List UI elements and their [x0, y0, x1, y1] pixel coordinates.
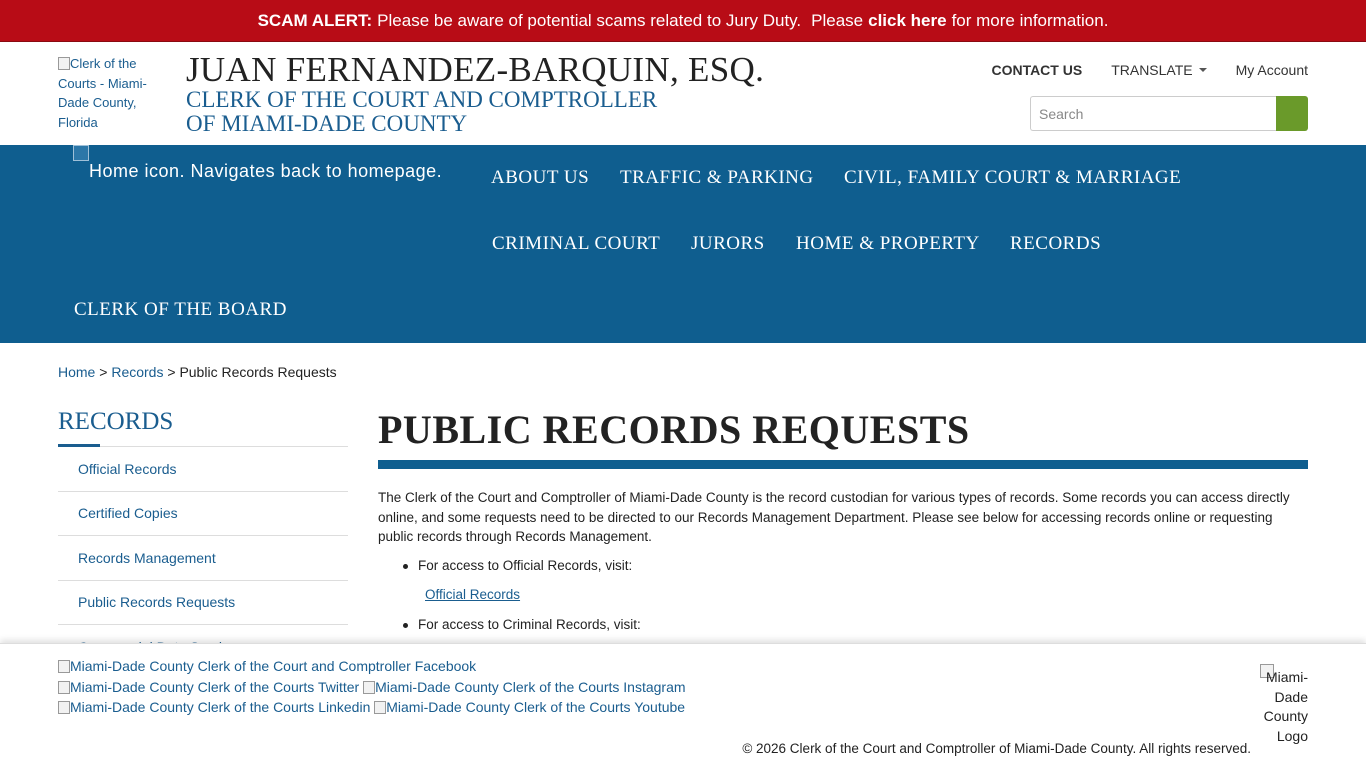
site-footer: Miami-Dade County Clerk of the Court and…: [0, 643, 1366, 768]
instagram-link[interactable]: Miami-Dade County Clerk of the Courts In…: [363, 679, 686, 695]
nav-civil-family-marriage[interactable]: CIVIL, FAMILY COURT & MARRIAGE: [844, 167, 1181, 189]
nav-about-us[interactable]: ABOUT US: [491, 167, 589, 189]
alert-prefix: Please: [811, 10, 864, 30]
clerk-logo[interactable]: Clerk of the Courts - Miami-Dade County,…: [58, 54, 158, 132]
broken-image-icon: [58, 57, 70, 70]
sidebar-item-public-records-requests[interactable]: Public Records Requests: [58, 581, 348, 625]
linkedin-link[interactable]: Miami-Dade County Clerk of the Courts Li…: [58, 699, 370, 715]
youtube-link[interactable]: Miami-Dade County Clerk of the Courts Yo…: [374, 699, 685, 715]
copyright-text: © 2026 Clerk of the Court and Comptrolle…: [742, 741, 1251, 756]
alert-click-here-link[interactable]: click here: [868, 11, 946, 30]
sidebar-menu: Official Records Certified Copies Record…: [58, 447, 348, 670]
search-button[interactable]: [1276, 96, 1308, 131]
clerk-subtitle: CLERK OF THE COURT AND COMPTROLLER OF MI…: [186, 87, 658, 136]
breadcrumb-current: Public Records Requests: [179, 364, 337, 380]
alert-label: SCAM ALERT:: [257, 10, 373, 30]
nav-home-property[interactable]: HOME & PROPERTY: [796, 233, 980, 255]
list-item: For access to Criminal Records, visit:: [403, 615, 1298, 635]
sidebar-item-official-records[interactable]: Official Records: [58, 447, 348, 492]
nav-traffic-parking[interactable]: TRAFFIC & PARKING: [620, 167, 814, 189]
nav-clerk-of-the-board[interactable]: CLERK OF THE BOARD: [74, 299, 287, 321]
contact-us-link[interactable]: CONTACT US: [991, 62, 1082, 78]
breadcrumb-records[interactable]: Records: [111, 364, 163, 380]
breadcrumb-home[interactable]: Home: [58, 364, 95, 380]
sidebar-item-records-management[interactable]: Records Management: [58, 536, 348, 581]
records-list: For access to Official Records, visit: O…: [403, 556, 1298, 635]
sidebar-title: RECORDS: [58, 408, 174, 435]
title-underline: [378, 460, 1308, 469]
list-item: For access to Official Records, visit:: [403, 556, 1298, 576]
facebook-icon: [58, 660, 70, 673]
official-records-link[interactable]: Official Records: [425, 585, 1298, 605]
nav-records[interactable]: RECORDS: [1010, 233, 1101, 255]
youtube-icon: [374, 701, 387, 714]
sidebar-item-certified-copies[interactable]: Certified Copies: [58, 492, 348, 536]
twitter-icon: [58, 680, 70, 694]
twitter-link[interactable]: Miami-Dade County Clerk of the Courts Tw…: [58, 679, 359, 695]
search-input[interactable]: [1030, 96, 1276, 131]
my-account-link[interactable]: My Account: [1236, 62, 1308, 78]
miami-dade-county-logo[interactable]: Miami-Dade County Logo: [1258, 664, 1308, 746]
linkedin-icon: [58, 701, 70, 714]
clerk-name: JUAN FERNANDEZ-BARQUIN, ESQ.: [186, 50, 765, 89]
scam-alert-bar: SCAM ALERT: Please be aware of potential…: [0, 0, 1366, 42]
alert-suffix: for more information.: [951, 10, 1109, 30]
alert-message: Please be aware of potential scams relat…: [377, 10, 802, 30]
social-links: Miami-Dade County Clerk of the Court and…: [58, 656, 686, 718]
nav-jurors[interactable]: JURORS: [691, 233, 765, 255]
intro-paragraph: The Clerk of the Court and Comptroller o…: [378, 490, 1290, 544]
facebook-link[interactable]: Miami-Dade County Clerk of the Court and…: [58, 658, 476, 674]
nav-criminal-court[interactable]: CRIMINAL COURT: [492, 233, 660, 255]
instagram-icon: [363, 680, 376, 694]
home-link[interactable]: Home icon. Navigates back to homepage.: [73, 145, 442, 182]
site-header: Clerk of the Courts - Miami-Dade County,…: [0, 42, 1366, 145]
search-form: [1030, 96, 1308, 131]
main-navigation: Home icon. Navigates back to homepage. A…: [0, 145, 1366, 343]
home-icon: [73, 145, 89, 161]
utility-links: CONTACT US TRANSLATE My Account: [991, 62, 1308, 78]
translate-dropdown[interactable]: TRANSLATE: [1111, 62, 1207, 78]
caret-down-icon: [1198, 68, 1207, 72]
breadcrumb: Home > Records > Public Records Requests: [58, 364, 337, 380]
page-title: PUBLIC RECORDS REQUESTS: [378, 407, 970, 452]
